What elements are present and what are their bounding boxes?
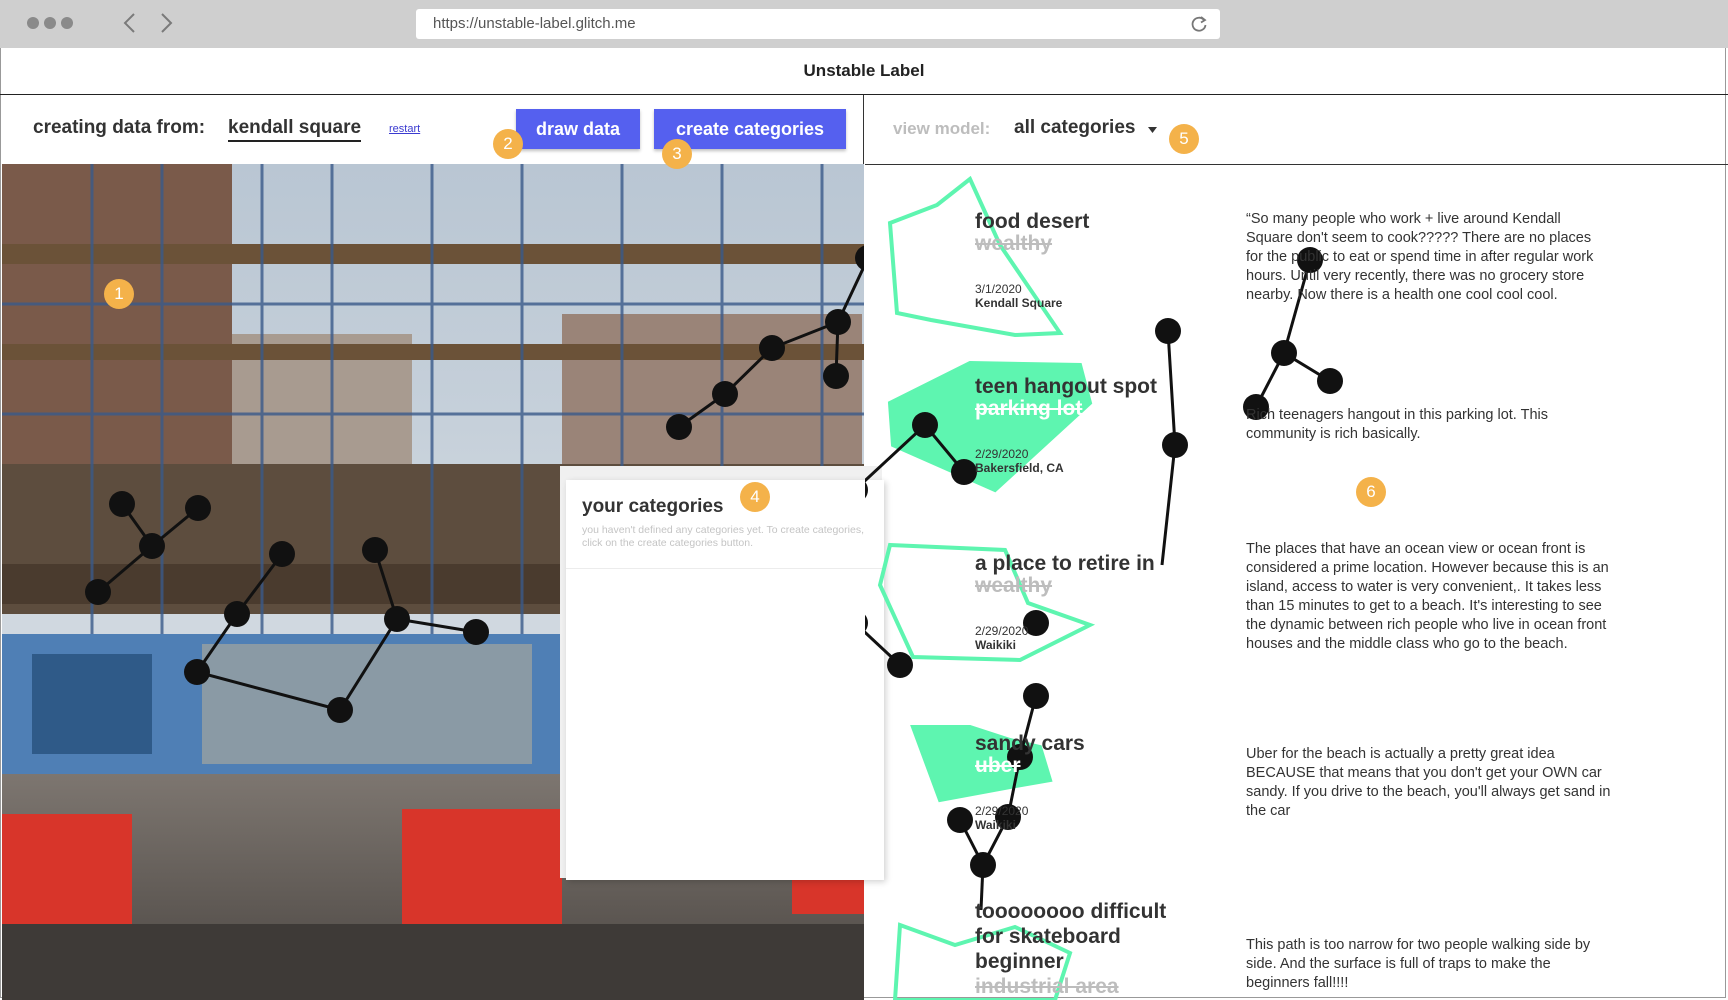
annotation-badge-3: 3: [662, 139, 692, 169]
entry-location: Waikiki: [975, 638, 1016, 652]
entry-title: beginner: [975, 950, 1064, 973]
entry-date: 3/1/2020: [975, 282, 1022, 296]
entry-previous-label: uber: [975, 754, 1021, 777]
categories-card: your categories you haven't defined any …: [566, 480, 884, 880]
app-title: Unstable Label: [0, 48, 1728, 95]
entry-previous-label: industrial area: [975, 975, 1119, 998]
source-select[interactable]: kendall square: [228, 117, 362, 142]
categories-title: your categories: [582, 496, 724, 517]
entry-title: a place to retire in: [975, 552, 1155, 575]
annotation-badge-4: 4: [740, 482, 770, 512]
annotation-badge-5: 5: [1169, 124, 1199, 154]
entry-date: 2/29/2020: [975, 804, 1029, 818]
source-label: creating data from:: [33, 117, 206, 138]
entry-description: This path is too narrow for two people w…: [1246, 937, 1591, 991]
entry-description: “So many people who work + live around K…: [1246, 211, 1594, 303]
reload-icon[interactable]: [1190, 15, 1208, 33]
draw-data-button[interactable]: draw data: [516, 109, 640, 149]
right-header: view model: all categories: [865, 95, 1728, 165]
annotation-badge-6: 6: [1356, 477, 1386, 507]
entry-description: Rich teenagers hangout in this parking l…: [1246, 407, 1548, 442]
entry-description: Uber for the beach is actually a pretty …: [1246, 746, 1611, 819]
restart-link[interactable]: restart: [389, 123, 420, 135]
window-dot-icon: [61, 17, 73, 29]
forward-arrow-icon[interactable]: [158, 12, 174, 34]
browser-toolbar: https://unstable-label.glitch.me: [0, 0, 1728, 48]
dropdown-caret-icon[interactable]: [1148, 127, 1157, 133]
entry-previous-label: parking lot: [975, 397, 1083, 420]
entry-title: toooooooo difficult: [975, 900, 1167, 923]
address-bar[interactable]: https://unstable-label.glitch.me: [416, 9, 1220, 39]
entry-date: 2/29/2020: [975, 624, 1029, 638]
categories-panel: your categories you haven't defined any …: [560, 466, 884, 880]
left-header: creating data from: kendall square resta…: [0, 95, 864, 163]
entry-date: 2/29/2020: [975, 447, 1029, 461]
entry-description: The places that have an ocean view or oc…: [1246, 541, 1609, 652]
entry-previous-label: wealthy: [975, 232, 1053, 255]
entry-title: food desert: [975, 210, 1090, 233]
url-text: https://unstable-label.glitch.me: [433, 15, 636, 32]
window-dot-icon: [27, 17, 39, 29]
entry-title: sandy cars: [975, 732, 1085, 755]
entry-title: teen hangout spot: [975, 375, 1157, 398]
back-arrow-icon[interactable]: [122, 12, 138, 34]
annotation-badge-1: 1: [104, 279, 134, 309]
entry-previous-label: wealthy: [975, 574, 1053, 597]
entry-location: Bakersfield, CA: [975, 461, 1064, 475]
window-dot-icon: [44, 17, 56, 29]
categories-empty-message: you haven't defined any categories yet. …: [582, 524, 864, 549]
divider: [566, 568, 884, 569]
annotation-badge-2: 2: [493, 129, 523, 159]
view-model-select[interactable]: all categories: [1014, 117, 1135, 139]
entry-title: for skateboard: [975, 925, 1121, 948]
entry-location: Waikiki: [975, 818, 1016, 832]
view-model-label: view model:: [893, 119, 991, 138]
entry-location: Kendall Square: [975, 296, 1063, 310]
